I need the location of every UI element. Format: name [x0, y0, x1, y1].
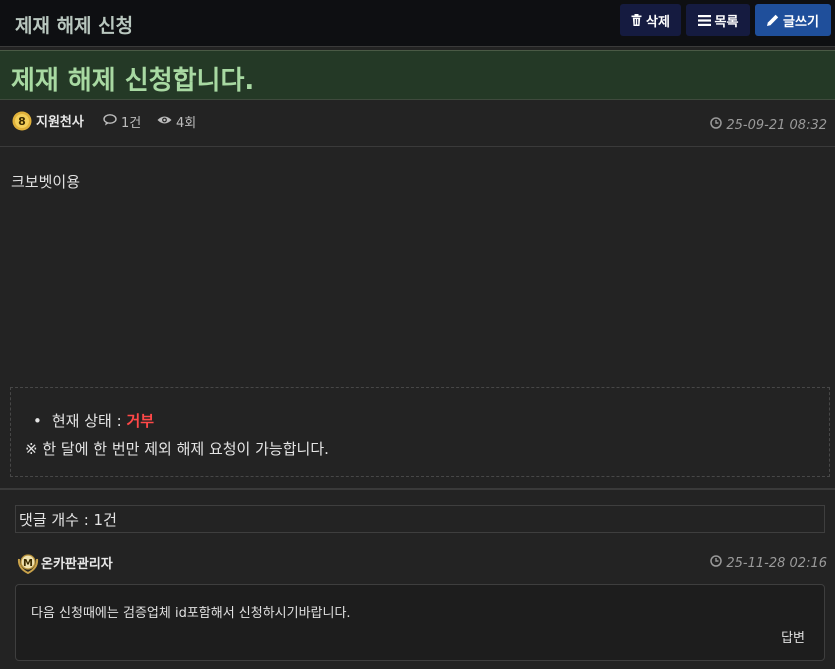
post-date: 25-09-21 08:32 [710, 117, 827, 133]
trash-icon [631, 14, 642, 26]
post-body: 크보벳이용 [11, 173, 81, 191]
list-button-label: 목록 [714, 14, 739, 30]
status-box: • 현재 상태 : 거부 ※ 한 달에 한 번만 제외 해제 요청이 가능합니다. [10, 387, 830, 477]
comment-count-meta: 1건 [103, 112, 141, 131]
clock-icon [710, 117, 723, 133]
comment-count-value: 1건 [121, 116, 142, 131]
reply-button[interactable]: 답변 [781, 627, 805, 646]
comment-count-box: 댓글 개수 : 1건 [15, 505, 825, 533]
post-title: 제재 해제 신청합니다. [11, 66, 255, 96]
list-icon [697, 14, 711, 26]
view-count-value: 4회 [176, 116, 197, 131]
post-date-value: 25-09-21 08:32 [726, 117, 827, 133]
pencil-icon [767, 14, 779, 26]
status-line: • 현재 상태 : 거부 [33, 410, 154, 431]
post-author[interactable]: 지원천사 [36, 111, 84, 130]
write-button-label: 글쓰기 [783, 14, 819, 30]
post-meta: 8 지원천사 1건 4회 25-09-21 08:32 [0, 100, 835, 147]
board-title: 제재 해제 신청 [15, 15, 134, 37]
status-value: 거부 [126, 412, 155, 430]
clock-icon [710, 555, 723, 571]
level-badge-icon: 8 [12, 111, 32, 131]
write-button[interactable]: 글쓰기 [755, 4, 831, 36]
bullet-icon: • [33, 412, 42, 430]
section-divider [0, 488, 835, 490]
view-count-meta: 4회 [157, 112, 196, 131]
svg-text:8: 8 [18, 115, 26, 128]
status-label: 현재 상태 : [51, 412, 122, 430]
eye-icon [157, 114, 172, 129]
comment-author[interactable]: 온카판관리자 [41, 553, 113, 572]
comment-item: 다음 신청때에는 검증업체 id포함해서 신청하시기바랍니다. 답변 [15, 584, 825, 661]
list-button[interactable]: 목록 [686, 4, 750, 36]
admin-badge-icon: M [17, 552, 39, 575]
comment-count-label: 댓글 개수 : 1건 [19, 511, 117, 529]
delete-button-label: 삭제 [646, 14, 670, 30]
notice-text: ※ 한 달에 한 번만 제외 해제 요청이 가능합니다. [25, 440, 329, 458]
comment-header: M 온카판관리자 25-11-28 02:16 [0, 550, 835, 576]
delete-button[interactable]: 삭제 [620, 4, 681, 36]
comment-text: 다음 신청때에는 검증업체 id포함해서 신청하시기바랍니다. [31, 606, 351, 621]
comment-bubble-icon [103, 113, 117, 130]
comment-date-value: 25-11-28 02:16 [726, 555, 827, 571]
top-header: 제재 해제 신청 삭제 목록 글쓰기 [0, 0, 835, 47]
post-title-banner: 제재 해제 신청합니다. [0, 50, 835, 100]
comment-date: 25-11-28 02:16 [710, 555, 827, 571]
svg-text:M: M [23, 558, 33, 569]
